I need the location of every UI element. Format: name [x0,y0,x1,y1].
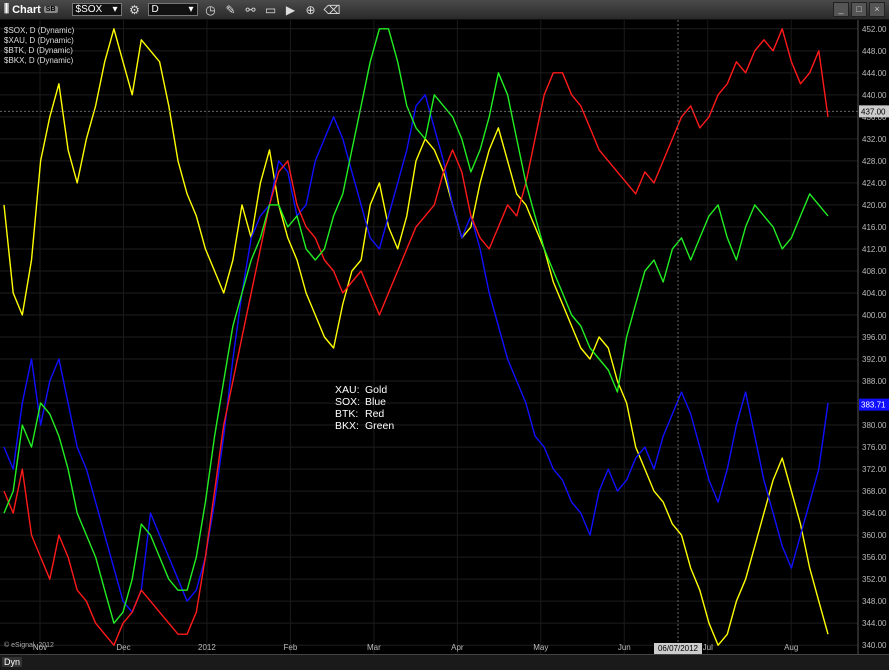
x-tick-label: Apr [451,643,464,652]
y-tick-label: 352.00 [862,575,887,584]
y-tick-label: 344.00 [862,619,887,628]
annotation-key: BKX: [335,420,359,432]
x-tick-label: Mar [367,643,381,652]
chevron-down-icon[interactable]: ▾ [113,4,118,15]
keyboard-icon[interactable]: ▭ [264,3,278,17]
y-tick-label: 400.00 [862,311,887,320]
window-title-text: Chart [12,3,41,16]
color-key-annotation: XAU: Gold SOX: Blue BTK: Red BKX: Green [335,384,394,432]
annotation-key: BTK: [335,408,359,420]
y-tick-label: 364.00 [862,509,887,518]
chart-window-title: ⫼ Chart SB [4,3,58,16]
legend-item[interactable]: $BTK, D (Dynamic) [4,46,74,56]
crosshair-price-label: 437.00 [861,107,886,116]
minimize-button[interactable]: _ [833,2,849,17]
annotation-row: BKX: Green [335,420,394,432]
y-tick-label: 412.00 [862,245,887,254]
y-tick-label: 408.00 [862,267,887,276]
chevron-down-icon[interactable]: ▾ [189,4,194,15]
y-tick-label: 440.00 [862,91,887,100]
x-tick-label: 2012 [198,643,216,652]
annotation-row: BTK: Red [335,408,394,420]
y-tick-label: 420.00 [862,201,887,210]
annotation-row: XAU: Gold [335,384,394,396]
x-tick-label: Jul [703,643,713,652]
last-price-label: 383.71 [861,401,886,410]
link-icon[interactable]: ⚯ [244,3,258,17]
legend-item[interactable]: $BKX, D (Dynamic) [4,56,74,66]
settings-icon[interactable]: ⚙ [128,3,142,17]
window-controls: _ □ × [833,2,885,17]
y-tick-label: 416.00 [862,223,887,232]
y-tick-label: 388.00 [862,377,887,386]
y-tick-label: 368.00 [862,487,887,496]
symbol-input[interactable]: $SOX ▾ [71,3,122,16]
close-button[interactable]: × [869,2,885,17]
annotation-value: Green [365,420,395,432]
copyright-text: © eSignal, 2012 [4,642,54,649]
y-tick-label: 448.00 [862,47,887,56]
symbol-value: $SOX [75,4,103,15]
y-tick-label: 360.00 [862,531,887,540]
legend-item[interactable]: $SOX, D (Dynamic) [4,26,74,36]
annotation-value: Blue [365,396,387,408]
y-tick-label: 380.00 [862,421,887,430]
x-tick-label: May [533,643,548,652]
annotation-value: Red [365,408,385,420]
y-tick-label: 428.00 [862,157,887,166]
y-tick-label: 376.00 [862,443,887,452]
play-icon[interactable]: ▶ [284,3,298,17]
eraser-icon[interactable]: ⌫ [324,3,341,17]
series-legend: $SOX, D (Dynamic) $XAU, D (Dynamic) $BTK… [4,26,74,66]
plus-circle-icon[interactable]: ⊕ [304,3,318,17]
interval-value: D [151,4,159,15]
x-tick-label: Dec [116,643,130,652]
crosshair-date-label: 06/07/2012 [658,644,699,653]
bars-icon: ⫼ [4,3,10,15]
legend-item[interactable]: $XAU, D (Dynamic) [4,36,74,46]
x-tick-label: Feb [284,643,298,652]
window-badge: SB [43,6,58,13]
price-chart[interactable]: 340.00 344.00 348.00 352.00 356.00 360.00 364.… [0,20,889,654]
y-tick-label: 452.00 [862,25,887,34]
pencil-icon[interactable]: ✎ [224,3,238,17]
x-tick-label: Aug [784,643,798,652]
annotation-key: SOX: [335,396,361,408]
bottom-bar: Dyn [0,654,889,670]
y-tick-label: 396.00 [862,333,887,342]
interval-select[interactable]: D ▾ [147,3,198,16]
x-tick-label: Jun [618,643,631,652]
y-tick-label: 372.00 [862,465,887,474]
y-tick-label: 340.00 [862,641,887,650]
y-tick-label: 424.00 [862,179,887,188]
y-tick-label: 392.00 [862,355,887,364]
dyn-button[interactable]: Dyn [2,657,23,667]
y-tick-label: 432.00 [862,135,887,144]
annotation-row: SOX: Blue [335,396,394,408]
chart-toolbar: ⫼ Chart SB $SOX ▾ ⚙ D ▾ ◷ ✎ ⚯ ▭ ▶ ⊕ ⌫ _ … [0,0,889,20]
y-tick-label: 444.00 [862,69,887,78]
clock-icon[interactable]: ◷ [204,3,218,17]
y-tick-label: 348.00 [862,597,887,606]
annotation-value: Gold [365,384,388,396]
maximize-button[interactable]: □ [851,2,867,17]
annotation-key: XAU: [335,384,360,396]
y-tick-label: 356.00 [862,553,887,562]
y-tick-label: 404.00 [862,289,887,298]
